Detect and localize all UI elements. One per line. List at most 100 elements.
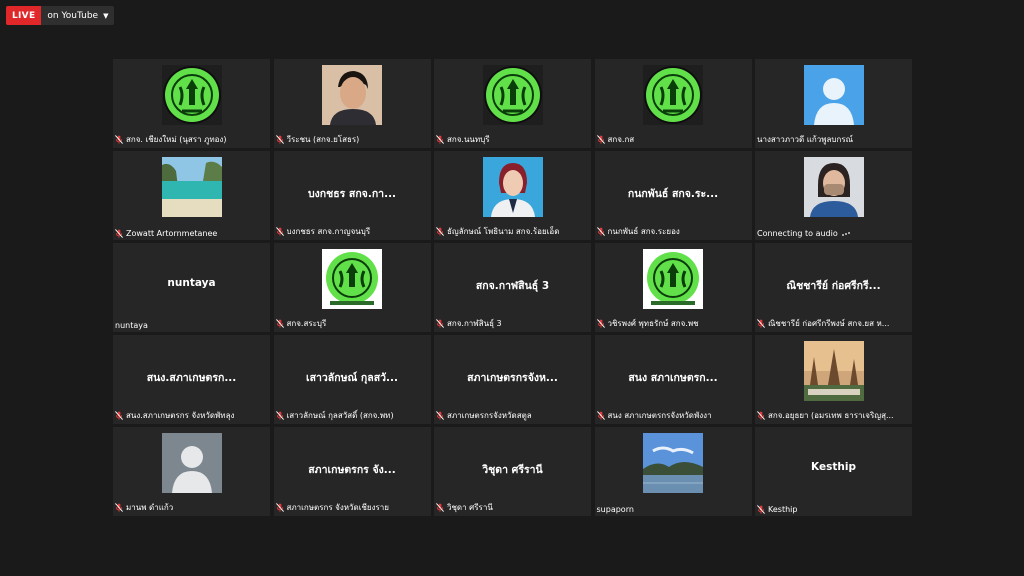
participant-name-label: บงกชธร สกจ.กาญจนบุรี xyxy=(275,225,429,238)
participant-name: ณิชชารีย์ ก่อศรีกรีพงษ์ สกจ.ยส ห... xyxy=(768,319,890,328)
participant-tile[interactable]: บงกชธร สกจ.กา... บงกชธร สกจ.กาญจนบุรี xyxy=(273,151,431,240)
profile-picture xyxy=(803,341,864,401)
mic-muted-icon xyxy=(436,319,444,328)
live-destination-dropdown[interactable]: on YouTube ▼ xyxy=(41,6,115,25)
participant-tile[interactable]: สนง.สภาเกษตรก... สนง.สภาเกษตรกร จังหวัดพั… xyxy=(113,335,270,424)
participant-name: สกจ.นนทบุรี xyxy=(447,135,490,144)
participant-tile[interactable]: สภาเกษตรกรจังห... สภาเกษตรกรจังหวัดสตูล xyxy=(434,335,591,424)
participant-tile[interactable]: สภาเกษตรกร จัง... สภาเกษตรกร จังหวัดเชียง… xyxy=(273,427,431,516)
mic-muted-icon xyxy=(596,135,605,144)
mic-muted-icon xyxy=(436,411,444,420)
participant-name-label: Zowatt Artornmetanee xyxy=(115,229,268,238)
mic-muted-icon xyxy=(275,227,284,236)
organization-seal-image xyxy=(322,249,382,309)
participant-name-label: มานพ ดำแก้ว xyxy=(115,501,268,514)
mic-muted-icon xyxy=(436,503,444,512)
participant-name-label: นางสาวภาวดี แก้วพูลบกรณ์ xyxy=(757,133,910,146)
participant-display-name: วิชุดา ศรีรานี xyxy=(482,464,543,476)
participant-tile[interactable]: กนกพันธ์ สกจ.ระ... กนกพันธ์ สกจ.ระยอง xyxy=(594,151,752,240)
participant-name-label: nuntaya xyxy=(115,321,268,330)
profile-picture xyxy=(482,157,543,217)
participant-name: มานพ ดำแก้ว xyxy=(126,503,174,512)
participant-name: เสาวลักษณ์ กุลสวัสดิ์ (สกจ.พท) xyxy=(286,411,394,420)
participant-name: วีระชน (สกจ.ยโสธร) xyxy=(286,135,360,144)
participant-name-label: สกจ.กส xyxy=(596,133,750,146)
participant-name: สภาเกษตรกรจังหวัดสตูล xyxy=(447,411,532,420)
participant-tile[interactable]: nuntaya nuntaya xyxy=(113,243,270,332)
participant-tile[interactable]: Connecting to audio xyxy=(755,151,912,240)
participant-tile[interactable]: วีระชน (สกจ.ยโสธร) xyxy=(273,59,431,148)
default-avatar-icon xyxy=(161,433,222,493)
participant-tile[interactable]: สกจ.สระบุรี xyxy=(273,243,431,332)
participant-name-label: สกจ. เชียงใหม่ (นุสรา ภูทอง) xyxy=(115,133,268,146)
participant-name: สนง.สภาเกษตรกร จังหวัดพัทลุง xyxy=(126,411,235,420)
participant-name: กนกพันธ์ สกจ.ระยอง xyxy=(607,227,680,236)
participant-name-label: วีระชน (สกจ.ยโสธร) xyxy=(275,133,429,146)
participant-tile[interactable]: วชิรพงศ์ พุทธรักษ์ สกจ.พช xyxy=(594,243,752,332)
participant-tile[interactable]: สกจ.นนทบุรี xyxy=(434,59,591,148)
participant-tile[interactable]: supaporn xyxy=(594,427,752,516)
organization-seal-image xyxy=(161,65,222,125)
participant-name: supaporn xyxy=(596,505,634,514)
participant-tile[interactable]: สนง สภาเกษตรก... สนง สภาเกษตรกรจังหวัดพัง… xyxy=(594,335,752,424)
participant-tile[interactable]: มานพ ดำแก้ว xyxy=(113,427,270,516)
mic-muted-icon xyxy=(115,135,123,144)
mic-muted-icon xyxy=(757,505,765,514)
live-stream-indicator[interactable]: LIVE on YouTube ▼ xyxy=(6,6,115,25)
participant-name-label: ธัญลักษณ์ โพธินาม สกจ.ร้อยเอ็ด xyxy=(436,225,589,238)
participant-display-name: สนง สภาเกษตรก... xyxy=(628,372,718,384)
organization-seal-image xyxy=(482,65,543,125)
participant-name: สนง สภาเกษตรกรจังหวัดพังงา xyxy=(607,411,712,420)
participant-name: Kesthip xyxy=(768,505,798,514)
participant-name: Zowatt Artornmetanee xyxy=(126,229,218,238)
participant-display-name: ณิชชารีย์ ก่อศรีกรี... xyxy=(786,280,881,292)
participant-name-label: สกจ.นนทบุรี xyxy=(436,133,589,146)
profile-picture xyxy=(161,157,222,217)
live-badge: LIVE xyxy=(6,6,42,25)
participant-tile[interactable]: ธัญลักษณ์ โพธินาม สกจ.ร้อยเอ็ด xyxy=(434,151,591,240)
participant-tile[interactable]: Zowatt Artornmetanee xyxy=(113,151,270,240)
mic-muted-icon xyxy=(275,503,284,512)
participant-display-name: สภาเกษตรกรจังห... xyxy=(467,372,558,384)
participant-tile[interactable]: สกจ.อยุธยา (อมรเทพ ธาราเจริญสุ... xyxy=(755,335,912,424)
participant-name: Connecting to audio xyxy=(757,229,838,238)
participant-name-label: วิชุดา ศรีรานี xyxy=(436,501,589,514)
profile-picture xyxy=(322,65,382,125)
mic-muted-icon xyxy=(115,503,123,512)
participant-tile[interactable]: สกจ.กาฬสินธุ์ 3 สกจ.กาฬสินธุ์ 3 xyxy=(434,243,591,332)
mic-muted-icon xyxy=(115,229,123,238)
participant-display-name: เสาวลักษณ์ กุลสวั... xyxy=(306,372,398,384)
participant-name: สกจ.สระบุรี xyxy=(286,319,327,328)
participant-name: สภาเกษตรกร จังหวัดเชียงราย xyxy=(286,503,389,512)
participant-name-label: สกจ.กาฬสินธุ์ 3 xyxy=(436,317,589,330)
participant-tile[interactable]: ณิชชารีย์ ก่อศรีกรี... ณิชชารีย์ ก่อศรีกร… xyxy=(755,243,912,332)
participant-tile[interactable]: วิชุดา ศรีรานี วิชุดา ศรีรานี xyxy=(434,427,591,516)
mic-muted-icon xyxy=(275,411,284,420)
participant-display-name: สภาเกษตรกร จัง... xyxy=(308,464,396,476)
participant-name: วชิรพงศ์ พุทธรักษ์ สกจ.พช xyxy=(607,319,699,328)
participant-name-label: สภาเกษตรกรจังหวัดสตูล xyxy=(436,409,589,422)
participant-name-label: สกจ.อยุธยา (อมรเทพ ธาราเจริญสุ... xyxy=(757,409,910,422)
chevron-down-icon: ▼ xyxy=(103,11,109,20)
organization-seal-image xyxy=(643,65,703,125)
participant-name-label: วชิรพงศ์ พุทธรักษ์ สกจ.พช xyxy=(596,317,750,330)
profile-picture xyxy=(643,433,703,493)
participant-display-name: สนง.สภาเกษตรก... xyxy=(146,372,237,384)
participant-name: ธัญลักษณ์ โพธินาม สกจ.ร้อยเอ็ด xyxy=(447,227,560,236)
participant-tile[interactable]: เสาวลักษณ์ กุลสวั... เสาวลักษณ์ กุลสวัสดิ… xyxy=(273,335,431,424)
mic-muted-icon xyxy=(115,411,123,420)
participant-name: วิชุดา ศรีรานี xyxy=(447,503,493,512)
participant-name: สกจ.อยุธยา (อมรเทพ ธาราเจริญสุ... xyxy=(768,411,894,420)
participant-tile[interactable]: สกจ. เชียงใหม่ (นุสรา ภูทอง) xyxy=(113,59,270,148)
participant-tile[interactable]: นางสาวภาวดี แก้วพูลบกรณ์ xyxy=(755,59,912,148)
participant-name-label: สกจ.สระบุรี xyxy=(275,317,429,330)
participant-name-label: กนกพันธ์ สกจ.ระยอง xyxy=(596,225,750,238)
participant-tile[interactable]: Kesthip Kesthip xyxy=(755,427,912,516)
participant-display-name: nuntaya xyxy=(167,277,216,289)
participant-name-label: Kesthip xyxy=(757,505,910,514)
participant-name-label: supaporn xyxy=(597,505,750,514)
participant-name-label: สนง.สภาเกษตรกร จังหวัดพัทลุง xyxy=(115,409,268,422)
participant-tile[interactable]: สกจ.กส xyxy=(594,59,752,148)
mic-muted-icon xyxy=(596,411,605,420)
participant-name-label: สนง สภาเกษตรกรจังหวัดพังงา xyxy=(596,409,750,422)
